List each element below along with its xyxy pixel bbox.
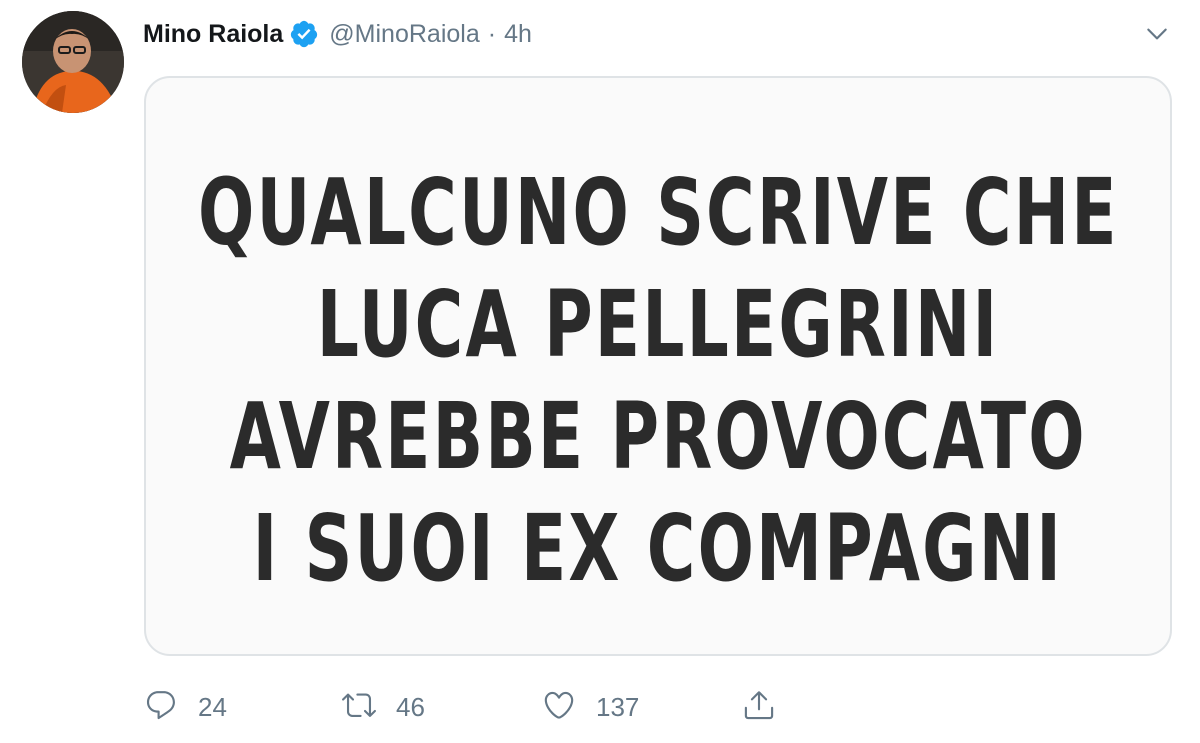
more-options-chevron-down-icon[interactable] — [1141, 18, 1173, 50]
share-icon — [742, 688, 776, 727]
tweet: Mino Raiola @MinoRaiola · 4h QUALCUNO SC… — [0, 0, 1200, 743]
avatar-photo — [22, 11, 124, 113]
like-button[interactable]: 137 — [542, 688, 742, 727]
image-text-line: LUCA PELLEGRINI — [316, 271, 1000, 378]
tweet-actions: 24 46 137 — [144, 686, 776, 728]
heart-icon — [542, 688, 576, 727]
tweet-header: Mino Raiola @MinoRaiola · 4h — [143, 14, 532, 54]
reply-button[interactable]: 24 — [144, 688, 342, 727]
retweet-icon — [342, 688, 376, 727]
retweet-count: 46 — [396, 691, 425, 722]
image-text-line: AVREBBE PROVOCATO — [229, 383, 1087, 490]
image-text-line: I SUOI EX COMPAGNI — [252, 495, 1064, 602]
tweet-timestamp[interactable]: 4h — [504, 20, 532, 49]
reply-icon — [144, 688, 178, 727]
reply-count: 24 — [198, 691, 227, 722]
share-button[interactable] — [742, 688, 776, 727]
user-handle[interactable]: @MinoRaiola — [329, 20, 479, 49]
display-name[interactable]: Mino Raiola — [143, 20, 283, 49]
tweet-image[interactable]: QUALCUNO SCRIVE CHE LUCA PELLEGRINI AVRE… — [144, 76, 1172, 656]
retweet-button[interactable]: 46 — [342, 688, 542, 727]
image-text-line: QUALCUNO SCRIVE CHE — [197, 159, 1119, 266]
verified-badge-icon — [289, 19, 319, 49]
avatar[interactable] — [22, 11, 124, 113]
separator-dot: · — [487, 19, 497, 48]
like-count: 137 — [596, 691, 640, 722]
image-text-block: QUALCUNO SCRIVE CHE LUCA PELLEGRINI AVRE… — [146, 157, 1170, 605]
